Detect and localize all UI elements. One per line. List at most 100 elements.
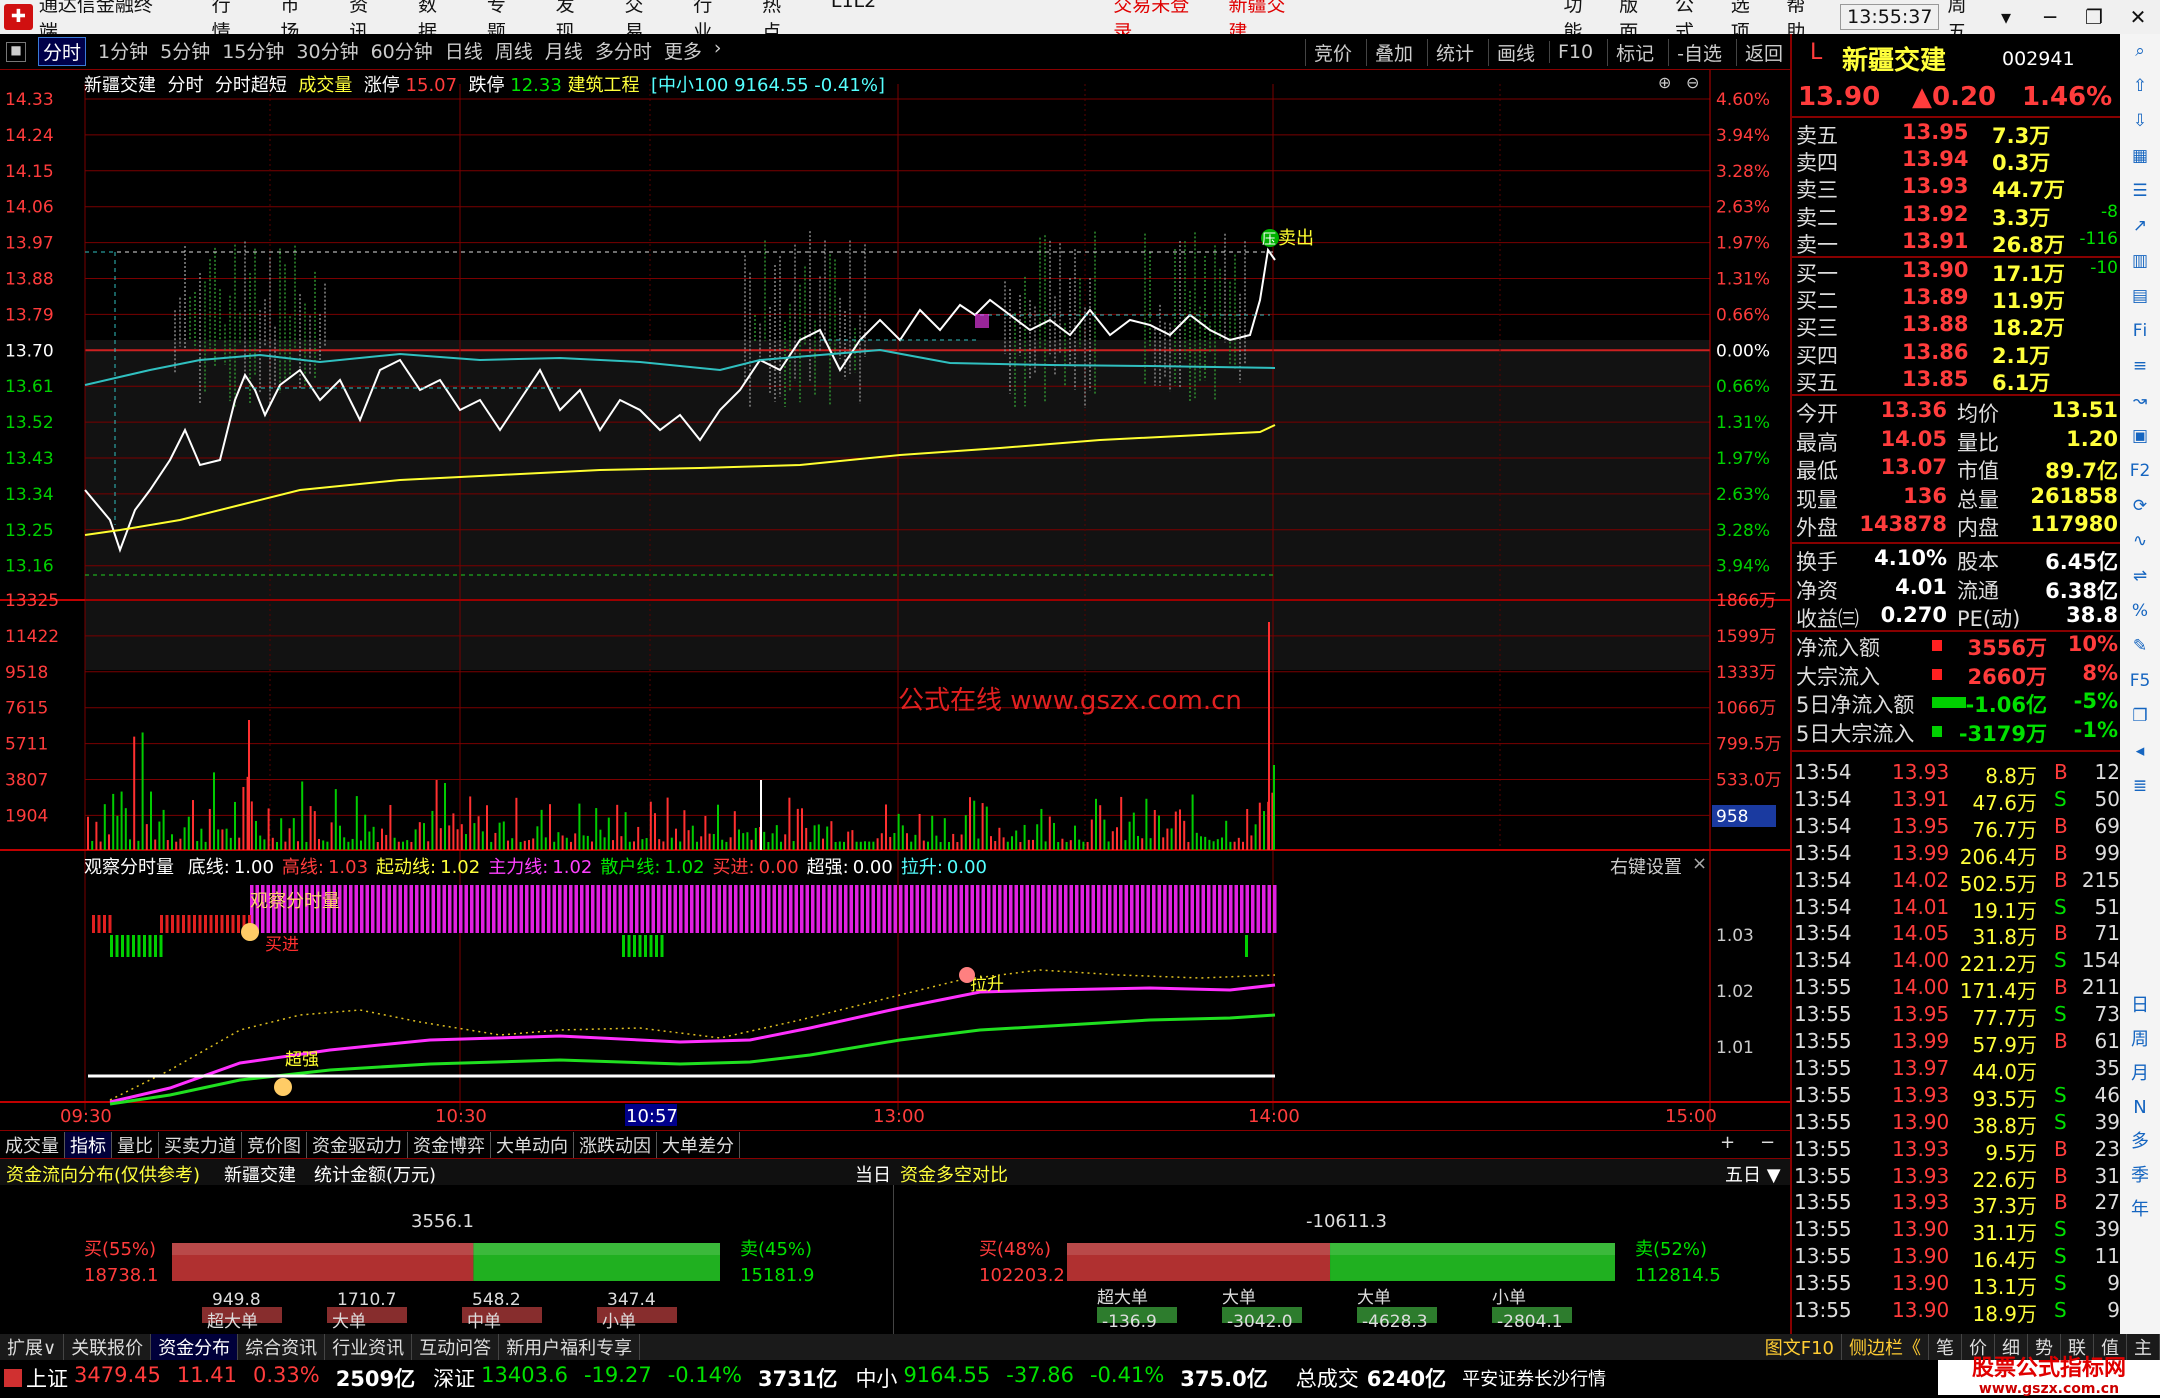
remove-window-icon[interactable]: − (1760, 1132, 1775, 1153)
restore-icon[interactable]: ❐ (2072, 5, 2116, 29)
minimize-icon[interactable]: ─ (2028, 5, 2072, 29)
intraday-chart[interactable]: 14.33 4.60% 14.24 3.94% 14.15 3.28% 14.06 2.63%… (0, 70, 1790, 1130)
trend-icon[interactable]: ↝ (2120, 384, 2160, 419)
indicator-tab-9[interactable]: 大单差分 (657, 1131, 740, 1158)
bid-row[interactable]: 买二 13.89 11.9万 (1792, 285, 2122, 313)
period-tab-3[interactable]: 15分钟 (222, 37, 284, 66)
period-tab-6[interactable]: 日线 (445, 37, 483, 66)
flow-period-select[interactable]: 五日 ▼ (1725, 1161, 1781, 1187)
toolbar-right-2[interactable]: 统计 (1426, 38, 1474, 66)
side-period-0[interactable]: 日 (2120, 989, 2160, 1023)
side-period-4[interactable]: 多 (2120, 1125, 2160, 1159)
status-tab-3[interactable]: 综合资讯 (238, 1334, 326, 1360)
add-window-icon[interactable]: + (1720, 1132, 1735, 1153)
dropdown-icon[interactable]: ▾ (1984, 5, 2028, 29)
industry-label[interactable]: 建筑工程 (568, 75, 640, 96)
up-arrow-icon[interactable]: ⇧ (2120, 69, 2160, 104)
indicator-close-icon[interactable]: × (1692, 853, 1707, 874)
flow-cat-name: 小单 (1492, 1288, 1526, 1308)
candle-chart-icon[interactable]: ▥ (2120, 244, 2160, 279)
status-tab-5[interactable]: 互动问答 (412, 1334, 500, 1360)
toolbar-right-4[interactable]: F10 (1549, 41, 1593, 63)
wave-icon[interactable]: ∿ (2120, 524, 2160, 559)
indicator-tab-8[interactable]: 涨跌动因 (574, 1131, 657, 1158)
period-tab-8[interactable]: 月线 (545, 37, 583, 66)
bid-row[interactable]: 买一 13.90 17.1万 -10 (1792, 258, 2122, 286)
ask-row[interactable]: 卖一 13.91 26.8万 -116 (1792, 229, 2122, 257)
indicator-tab-0[interactable]: 成交量 (0, 1131, 65, 1158)
period-tab-7[interactable]: 周线 (495, 37, 533, 66)
period-tab-4[interactable]: 30分钟 (296, 37, 358, 66)
calendar-icon[interactable]: ▣ (2120, 419, 2160, 454)
list-icon[interactable]: ≡ (2120, 349, 2160, 384)
indicator-tab-1[interactable]: 指标 (65, 1131, 112, 1158)
quote-board-icon[interactable]: ▦ (2120, 139, 2160, 174)
chart-canvas[interactable]: 14.33 4.60% 14.24 3.94% 14.15 3.28% 14.06 2.63%… (0, 70, 1790, 1130)
bid-row[interactable]: 买三 13.88 18.2万 (1792, 312, 2122, 340)
bid-row[interactable]: 买五 13.85 6.1万 (1792, 367, 2122, 395)
period-tab-5[interactable]: 60分钟 (371, 37, 433, 66)
period-tab-9[interactable]: 多分时 (595, 37, 652, 66)
side-period-1[interactable]: 周 (2120, 1023, 2160, 1057)
toolbar-right-7[interactable]: 返回 (1735, 38, 1783, 66)
index-item-0[interactable]: 上证 3479.45 11.41 0.33% 2509亿 (26, 1363, 415, 1393)
period-tab-0[interactable]: 分时 (38, 37, 87, 66)
toolbar-menu-icon[interactable]: ■ (6, 41, 26, 62)
left-arrow-icon[interactable]: ◂ (2120, 734, 2160, 769)
indicator-tab-3[interactable]: 买卖力道 (159, 1131, 242, 1158)
percent-icon[interactable]: % (2120, 594, 2160, 629)
toolbar-right-3[interactable]: 画线 (1487, 38, 1535, 66)
period-tab-10[interactable]: 更多 (664, 37, 702, 66)
copy-icon[interactable]: ❐ (2120, 699, 2160, 734)
period-tab-2[interactable]: 5分钟 (160, 37, 210, 66)
down-arrow-icon[interactable]: ⇩ (2120, 104, 2160, 139)
bid-row[interactable]: 买四 13.86 2.1万 (1792, 340, 2122, 368)
search-icon[interactable]: ⌕ (2120, 34, 2160, 69)
status-right-2[interactable]: 笔 (1929, 1334, 1962, 1360)
indicator-tab-4[interactable]: 竞价图 (242, 1131, 307, 1158)
trade-icon[interactable]: ⇌ (2120, 559, 2160, 594)
status-tab-2[interactable]: 资金分布 (151, 1334, 239, 1360)
ask-row[interactable]: 卖四 13.94 0.3万 (1792, 147, 2122, 175)
f10-icon[interactable]: Fⅰ (2120, 314, 2160, 349)
status-tab-6[interactable]: 新用户福利专享 (499, 1334, 641, 1360)
side-period-5[interactable]: 季 (2120, 1159, 2160, 1193)
f2-icon[interactable]: F2 (2120, 454, 2160, 489)
refresh-icon[interactable]: ⟳ (2120, 489, 2160, 524)
ask-row[interactable]: 卖五 13.95 7.3万 (1792, 120, 2122, 148)
indicator-tab-5[interactable]: 资金驱动力 (307, 1131, 408, 1158)
flow-today[interactable]: 当日 (855, 1161, 891, 1187)
indicator-tab-2[interactable]: 量比 (112, 1131, 159, 1158)
period-tab-1[interactable]: 1分钟 (98, 37, 148, 66)
status-right-0[interactable]: 图文F10 (1758, 1334, 1842, 1360)
status-tab-0[interactable]: 扩展∨ (0, 1334, 65, 1360)
toolbar-right-5[interactable]: 标记 (1607, 38, 1654, 66)
status-tab-1[interactable]: 关联报价 (64, 1334, 152, 1360)
index-item-2[interactable]: 中小 9164.55 -37.86 -0.41% 375.0亿 (855, 1363, 1267, 1393)
close-icon[interactable]: ✕ (2116, 5, 2160, 29)
indicator-tab-6[interactable]: 资金博弈 (408, 1131, 491, 1158)
more-chevron-icon[interactable]: › (714, 37, 722, 66)
tick-row: 13:54 13.95 76.7万 B 69 (1794, 813, 2120, 842)
ask-row[interactable]: 卖三 13.93 44.7万 (1792, 174, 2122, 202)
f5-icon[interactable]: F5 (2120, 664, 2160, 699)
status-tab-4[interactable]: 行业资讯 (325, 1334, 413, 1360)
chart-list-icon[interactable]: ☰ (2120, 174, 2160, 209)
status-right-8[interactable]: 主 (2127, 1334, 2160, 1360)
right-click-settings[interactable]: 右键设置 (1610, 853, 1682, 879)
indicator-tab-7[interactable]: 大单动向 (491, 1131, 574, 1158)
side-period-3[interactable]: N (2120, 1091, 2160, 1125)
index-item-1[interactable]: 深证 13403.6 -19.27 -0.14% 3731亿 (433, 1363, 837, 1393)
toolbar-right-0[interactable]: 竞价 (1304, 38, 1352, 66)
status-right-1[interactable]: 侧边栏《 (1842, 1334, 1929, 1360)
ask-row[interactable]: 卖二 13.92 3.3万 -8 (1792, 202, 2122, 230)
pen-icon[interactable]: ✎ (2120, 629, 2160, 664)
toolbar-right-6[interactable]: -自选 (1668, 38, 1722, 66)
side-period-6[interactable]: 年 (2120, 1193, 2160, 1227)
news-icon[interactable]: ▤ (2120, 279, 2160, 314)
line-chart-icon[interactable]: ↗ (2120, 209, 2160, 244)
more-icon[interactable]: ≣ (2120, 769, 2160, 804)
toolbar-right-1[interactable]: 叠加 (1365, 38, 1413, 66)
side-period-2[interactable]: 月 (2120, 1057, 2160, 1091)
volume-tick-right: 1066万 (1716, 699, 1776, 719)
